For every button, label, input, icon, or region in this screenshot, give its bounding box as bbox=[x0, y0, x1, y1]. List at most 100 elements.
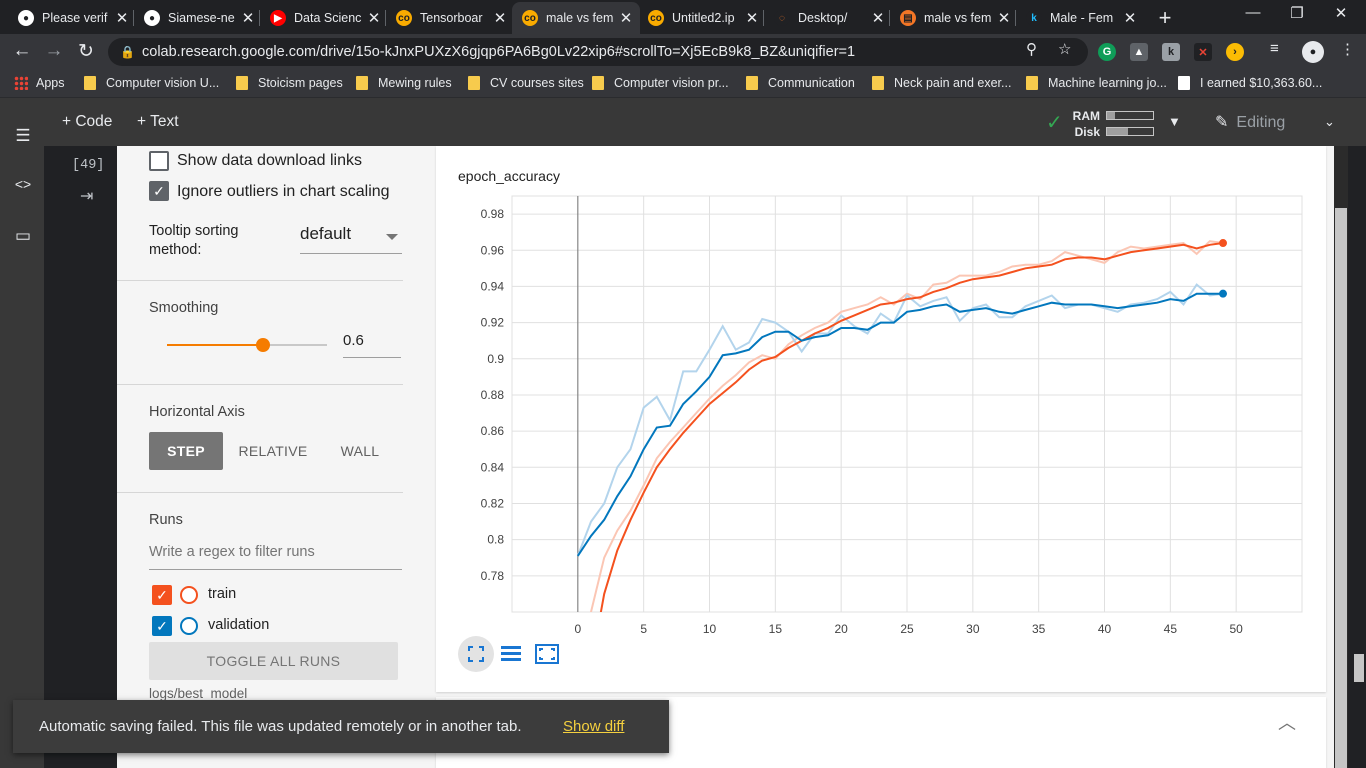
run-color-swatch-validation[interactable] bbox=[180, 617, 198, 635]
blocker-extension-icon[interactable]: ✕ bbox=[1194, 43, 1212, 61]
github-icon: ● bbox=[18, 10, 34, 26]
colab-icon: co bbox=[522, 10, 538, 26]
series-endpoint-train[interactable] bbox=[1219, 239, 1227, 248]
x-tick-label: 25 bbox=[900, 622, 914, 636]
grammarly-icon[interactable]: G bbox=[1098, 43, 1116, 61]
smoothing-label: Smoothing bbox=[149, 300, 219, 316]
close-tab-icon[interactable]: ✕ bbox=[240, 9, 256, 27]
bookmark-item[interactable]: Stoicism pages bbox=[236, 76, 343, 90]
browser-tab[interactable]: co male vs fem ✕ bbox=[512, 2, 640, 34]
reload-button[interactable]: ↻ bbox=[74, 40, 98, 63]
browser-tab[interactable]: ● Siamese-ne ✕ bbox=[134, 2, 262, 34]
files-icon[interactable]: ▭ bbox=[12, 226, 34, 246]
axis-step-button[interactable]: STEP bbox=[149, 432, 223, 470]
bookmark-item[interactable]: Computer vision pr... bbox=[592, 76, 729, 90]
series-endpoint-validation[interactable] bbox=[1219, 289, 1227, 298]
bookmark-item[interactable]: Apps bbox=[14, 76, 65, 90]
pencil-icon: ✎ bbox=[1215, 114, 1229, 131]
run-checkbox-train[interactable]: ✓ bbox=[152, 585, 172, 605]
chevron-up-icon[interactable]: ︿ bbox=[1278, 709, 1296, 735]
bookmark-star-icon[interactable]: ☆ bbox=[1058, 40, 1071, 58]
notebook-icon: ▤ bbox=[900, 10, 916, 26]
accuracy-chart[interactable]: 0.78 0.8 0.82 0.84 0.86 0.88 0.9 0.92 0.94 0.96 0.… bbox=[436, 180, 1326, 650]
apps-icon bbox=[14, 76, 28, 90]
drive-extension-icon[interactable]: ▲ bbox=[1130, 43, 1148, 61]
close-tab-icon[interactable]: ✕ bbox=[744, 9, 760, 27]
forward-button[interactable]: → bbox=[42, 40, 66, 62]
bookmark-item[interactable]: I earned $10,363.60... bbox=[1178, 76, 1322, 90]
close-tab-icon[interactable]: ✕ bbox=[1122, 9, 1138, 27]
tooltip-sorting-select[interactable]: default bbox=[300, 224, 402, 254]
scrollbar-thumb[interactable] bbox=[1335, 208, 1347, 768]
data-table-icon[interactable] bbox=[497, 640, 525, 668]
browser-tab[interactable]: ◌ Desktop/ ✕ bbox=[764, 2, 892, 34]
smoothing-slider[interactable] bbox=[167, 338, 327, 352]
notebook-scrollbar[interactable] bbox=[1334, 146, 1348, 768]
axis-relative-button[interactable]: RELATIVE bbox=[237, 432, 309, 470]
run-color-swatch-train[interactable] bbox=[180, 586, 198, 604]
zoom-icon[interactable]: ⚲ bbox=[1026, 40, 1037, 58]
y-tick-label: 0.84 bbox=[481, 460, 505, 474]
tab-separator bbox=[133, 10, 134, 26]
close-tab-icon[interactable]: ✕ bbox=[870, 9, 886, 27]
add-text-button[interactable]: + Text bbox=[137, 113, 179, 131]
x-tick-label: 40 bbox=[1098, 622, 1112, 636]
runs-filter-input[interactable]: Write a regex to filter runs bbox=[149, 544, 402, 570]
bookmark-item[interactable]: Machine learning jo... bbox=[1026, 76, 1167, 90]
collapse-header-icon[interactable]: ⌄ bbox=[1324, 114, 1335, 130]
browser-tab[interactable]: ▶ Data Scienc ✕ bbox=[260, 2, 388, 34]
browser-tab[interactable]: k Male - Fem ✕ bbox=[1016, 2, 1144, 34]
show-download-checkbox[interactable] bbox=[149, 151, 169, 171]
play-extension-icon[interactable]: › bbox=[1226, 43, 1244, 61]
minimize-button[interactable]: — bbox=[1238, 4, 1268, 21]
run-name-validation: validation bbox=[208, 617, 270, 633]
add-code-button[interactable]: + Code bbox=[62, 113, 112, 131]
browser-tab[interactable]: ● Please verif ✕ bbox=[8, 2, 136, 34]
folder-icon bbox=[746, 76, 758, 90]
editing-mode-button[interactable]: ✎ Editing bbox=[1215, 112, 1285, 132]
run-checkbox-validation[interactable]: ✓ bbox=[152, 616, 172, 636]
ignore-outliers-checkbox[interactable]: ✓ bbox=[149, 181, 169, 201]
restore-button[interactable]: ❐ bbox=[1282, 4, 1312, 22]
bookmark-item[interactable]: Computer vision U... bbox=[84, 76, 219, 90]
media-control-icon[interactable]: ≡ bbox=[1270, 40, 1279, 57]
folder-icon bbox=[84, 76, 96, 90]
close-tab-icon[interactable]: ✕ bbox=[366, 9, 382, 27]
close-window-button[interactable]: ✕ bbox=[1326, 4, 1356, 22]
extension-icon[interactable]: k bbox=[1162, 43, 1180, 61]
chrome-menu-icon[interactable]: ⋮ bbox=[1340, 40, 1355, 58]
back-button[interactable]: ← bbox=[10, 40, 34, 62]
show-diff-link[interactable]: Show diff bbox=[563, 718, 624, 735]
bookmark-item[interactable]: Communication bbox=[746, 76, 855, 90]
table-of-contents-icon[interactable]: ☰ bbox=[12, 126, 34, 146]
cell-execution-count: [49] bbox=[72, 158, 105, 173]
folder-icon bbox=[1026, 76, 1038, 90]
new-tab-button[interactable]: + bbox=[1154, 5, 1176, 31]
page-scrollbar[interactable] bbox=[1348, 146, 1366, 768]
toast-message: Automatic saving failed. This file was u… bbox=[39, 718, 522, 735]
runtime-dropdown-icon[interactable]: ▼ bbox=[1168, 114, 1181, 129]
browser-tab[interactable]: co Untitled2.ip ✕ bbox=[638, 2, 766, 34]
smoothing-input[interactable]: 0.6 bbox=[343, 332, 401, 358]
close-tab-icon[interactable]: ✕ bbox=[996, 9, 1012, 27]
address-bar[interactable]: 🔒 colab.research.google.com/drive/15o-kJ… bbox=[108, 38, 1088, 66]
youtube-icon: ▶ bbox=[270, 10, 286, 26]
code-snippets-icon[interactable]: <> bbox=[12, 176, 34, 192]
fit-domain-icon[interactable] bbox=[458, 636, 494, 672]
expand-chart-icon[interactable] bbox=[533, 640, 561, 668]
tab-title: Siamese-ne bbox=[168, 11, 235, 25]
close-tab-icon[interactable]: ✕ bbox=[618, 9, 634, 27]
axis-wall-button[interactable]: WALL bbox=[331, 432, 389, 470]
bookmark-item[interactable]: CV courses sites bbox=[468, 76, 584, 90]
output-icon[interactable]: ⇥ bbox=[80, 186, 93, 206]
bookmark-item[interactable]: Neck pain and exer... bbox=[872, 76, 1011, 90]
smoothing-slider-thumb[interactable] bbox=[256, 338, 270, 352]
browser-tab[interactable]: co Tensorboar ✕ bbox=[386, 2, 514, 34]
toggle-all-runs-button[interactable]: TOGGLE ALL RUNS bbox=[149, 642, 398, 680]
close-tab-icon[interactable]: ✕ bbox=[114, 9, 130, 27]
browser-tab[interactable]: ▤ male vs fem ✕ bbox=[890, 2, 1018, 34]
page-scrollbar-thumb[interactable] bbox=[1354, 654, 1364, 682]
bookmark-item[interactable]: Mewing rules bbox=[356, 76, 452, 90]
close-tab-icon[interactable]: ✕ bbox=[492, 9, 508, 27]
profile-avatar[interactable]: ● bbox=[1302, 41, 1324, 63]
